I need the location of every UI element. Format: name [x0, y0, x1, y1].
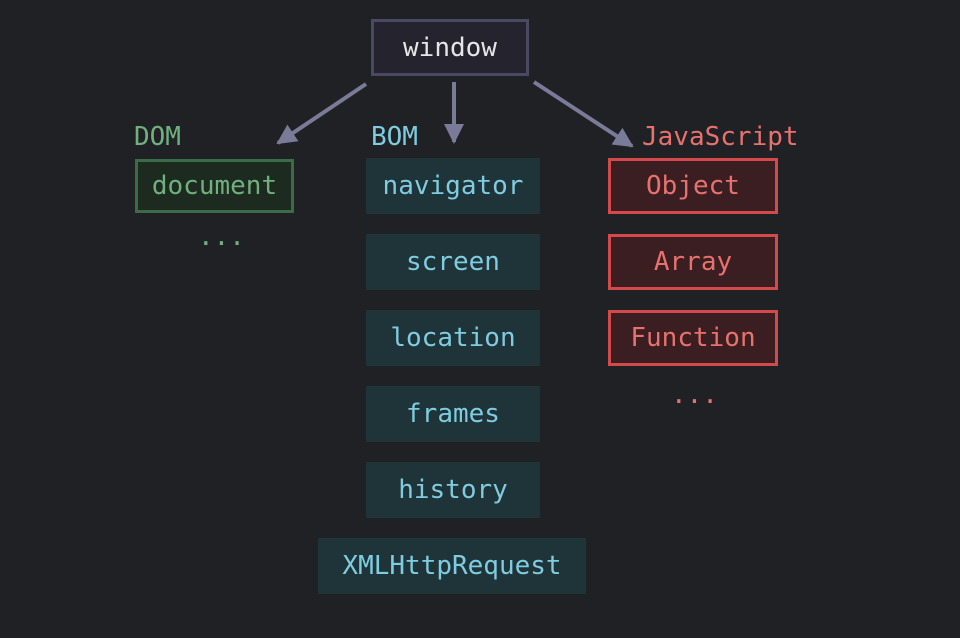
- javascript-item-object: Object: [608, 158, 778, 214]
- bom-item-frames: frames: [366, 386, 540, 442]
- javascript-item-function: Function: [608, 310, 778, 366]
- bom-item-location: location: [366, 310, 540, 366]
- window-node: window: [371, 19, 529, 76]
- arrow-to-javascript: [532, 80, 634, 148]
- javascript-item-array: Array: [608, 234, 778, 290]
- bom-item-xmlhttprequest: XMLHttpRequest: [318, 538, 586, 594]
- bom-title: BOM: [371, 122, 418, 152]
- bom-item-screen: screen: [366, 234, 540, 290]
- javascript-ellipsis: ...: [671, 380, 718, 410]
- bom-item-history: history: [366, 462, 540, 518]
- dom-item-document: document: [135, 159, 294, 213]
- dom-title: DOM: [134, 122, 181, 152]
- arrow-to-dom: [276, 82, 368, 145]
- bom-item-navigator: navigator: [366, 158, 540, 214]
- javascript-title: JavaScript: [642, 122, 799, 152]
- window-label: window: [403, 32, 497, 63]
- dom-ellipsis: ...: [198, 222, 245, 252]
